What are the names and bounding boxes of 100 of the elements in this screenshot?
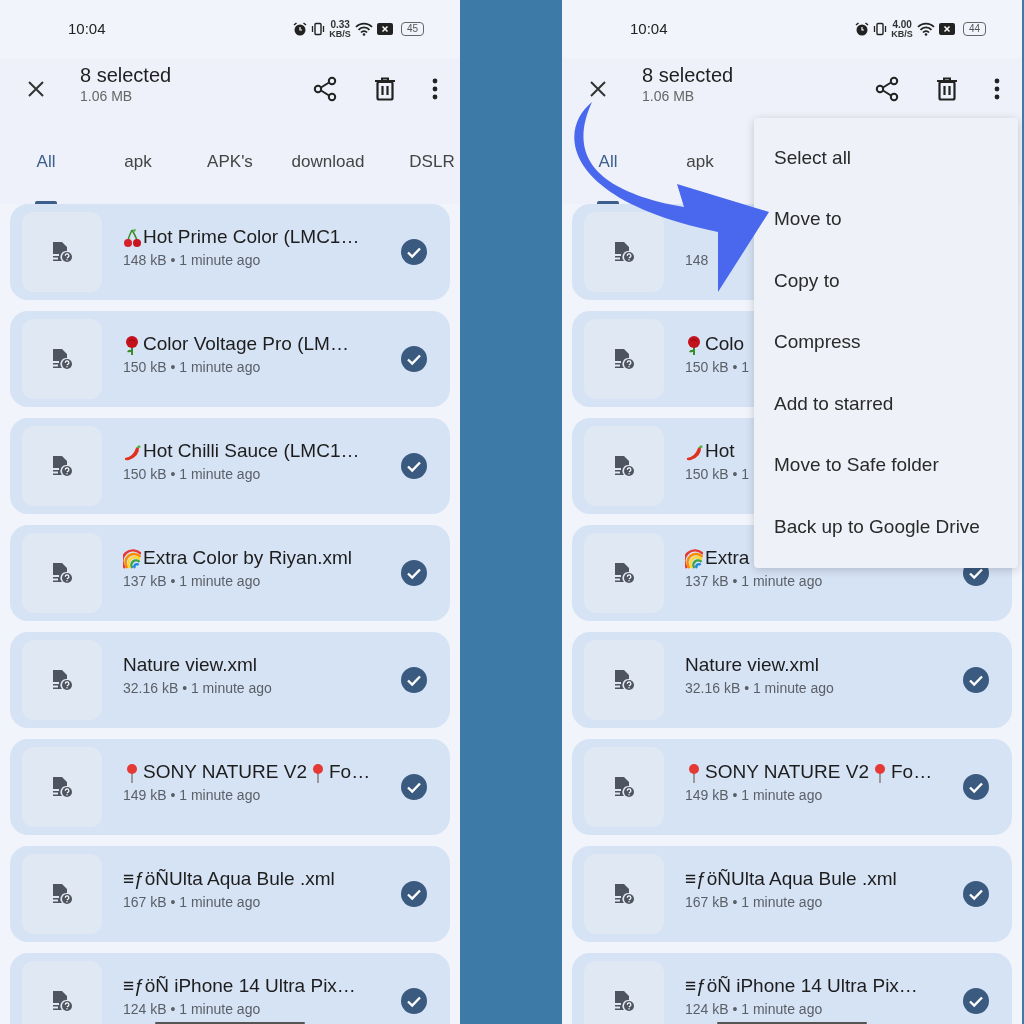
file-name: ≡ƒöÑ iPhone 14 Ultra Pix… <box>685 974 918 999</box>
checkbox[interactable] <box>963 774 989 800</box>
file-row[interactable]: ≡ƒöÑUlta Aqua Bule .xml 167 kB • 1 minute ago <box>10 846 450 942</box>
file-name: Hot <box>705 439 735 464</box>
file-details: 137 kB • 1 minute ago <box>685 572 823 591</box>
file-row[interactable]: ≡ƒöÑ iPhone 14 Ultra Pix… 124 kB • 1 minute ago <box>572 953 1012 1024</box>
menu-item[interactable]: Copy to <box>754 250 1018 312</box>
file-name: Extra Color by Riyan.xml <box>143 546 353 571</box>
delete-icon[interactable] <box>374 77 396 101</box>
share-icon[interactable] <box>312 76 338 102</box>
delete-icon[interactable] <box>936 77 958 101</box>
unknown-file-icon <box>51 669 73 691</box>
file-row[interactable]: Nature view.xml 32.16 kB • 1 minute ago <box>572 632 1012 728</box>
selection-count: 8 selected <box>80 63 172 86</box>
file-name: ≡ƒöÑUlta Aqua Bule .xml <box>123 867 335 892</box>
unknown-file-icon <box>51 562 73 584</box>
cherry-icon <box>123 227 141 248</box>
file-details: 150 kB • 1 <box>685 358 750 377</box>
checkbox[interactable] <box>401 239 427 265</box>
close-box-icon <box>938 23 955 35</box>
file-name: Nature view.xml <box>685 653 820 678</box>
menu-item[interactable]: Move to <box>754 188 1018 250</box>
unknown-file-icon <box>613 455 635 477</box>
wifi-icon <box>916 22 935 36</box>
category-tab[interactable]: apk <box>686 147 714 177</box>
checkbox[interactable] <box>401 560 427 586</box>
rainbow-icon <box>123 548 141 569</box>
checkbox[interactable] <box>963 881 989 907</box>
category-tab[interactable]: APK's <box>207 147 253 177</box>
file-details: 137 kB • 1 minute ago <box>123 572 262 591</box>
status-time: 10:04 <box>68 18 106 39</box>
file-name: Fo… <box>329 760 371 785</box>
file-details: 149 kB • 1 minute ago <box>123 786 262 805</box>
network-speed-unit: KB/S <box>329 29 351 39</box>
vibrate-icon <box>311 22 326 36</box>
file-details: 32.16 kB • 1 minute ago <box>123 679 272 698</box>
file-row[interactable]: ≡ƒöÑ iPhone 14 Ultra Pix… 124 kB • 1 minute ago <box>10 953 450 1024</box>
file-details: 150 kB • 1 <box>685 465 750 484</box>
category-tab[interactable]: All <box>36 147 56 177</box>
file-row[interactable]: Nature view.xml 32.16 kB • 1 minute ago <box>10 632 450 728</box>
file-row[interactable]: ≡ƒöÑUlta Aqua Bule .xml 167 kB • 1 minute ago <box>572 846 1012 942</box>
vibrate-icon <box>873 22 888 36</box>
unknown-file-icon <box>613 883 635 905</box>
category-tab[interactable]: All <box>598 147 618 177</box>
file-row[interactable]: Hot Chilli Sauce (LMC1… 150 kB • 1 minute ago <box>10 418 450 514</box>
unknown-file-icon <box>613 669 635 691</box>
checkbox[interactable] <box>401 667 427 693</box>
category-tab[interactable]: apk <box>124 147 152 177</box>
checkbox[interactable] <box>963 667 989 693</box>
category-tab[interactable]: download <box>291 147 365 177</box>
file-row[interactable]: Extra Color by Riyan.xml 137 kB • 1 minute ago <box>10 525 450 621</box>
checkbox[interactable] <box>401 453 427 479</box>
file-details: 167 kB • 1 minute ago <box>685 893 824 912</box>
unknown-file-icon <box>51 990 73 1012</box>
more-options-icon[interactable] <box>432 78 438 100</box>
close-icon[interactable] <box>588 79 608 99</box>
file-details: 32.16 kB • 1 minute ago <box>685 679 834 698</box>
checkbox[interactable] <box>401 988 427 1014</box>
file-row[interactable]: SONY NATURE V2 Fo… 149 kB • 1 minute ago <box>572 739 1012 835</box>
unknown-file-icon <box>613 776 635 798</box>
unknown-file-icon <box>51 776 73 798</box>
file-name: ≡ƒöÑ iPhone 14 Ultra Pix… <box>123 974 356 999</box>
checkbox[interactable] <box>401 346 427 372</box>
file-name: Colo <box>705 332 745 357</box>
checkbox[interactable] <box>401 774 427 800</box>
more-options-icon[interactable] <box>994 78 1000 100</box>
unknown-file-icon <box>613 241 635 263</box>
checkbox[interactable] <box>401 881 427 907</box>
selection-count: 8 selected <box>642 63 734 86</box>
file-row[interactable]: SONY NATURE V2 Fo… 149 kB • 1 minute ago <box>10 739 450 835</box>
menu-item[interactable]: Add to starred <box>754 373 1018 435</box>
selection-size: 1.06 MB <box>80 86 134 106</box>
unknown-file-icon <box>613 990 635 1012</box>
unknown-file-icon <box>613 348 635 370</box>
file-name: Hot Chilli Sauce (LMC1… <box>143 439 360 464</box>
file-name: Hot Prime Color (LMC1… <box>143 225 360 250</box>
menu-item[interactable]: Select all <box>754 127 1018 189</box>
file-row[interactable]: Hot Prime Color (LMC1… 148 kB • 1 minute ago <box>10 204 450 300</box>
network-speed: 4.00 <box>891 19 913 30</box>
file-details: 150 kB • 1 minute ago <box>123 358 262 377</box>
rose-icon <box>123 334 141 355</box>
file-name: SONY NATURE V2 <box>705 760 869 785</box>
share-icon[interactable] <box>874 76 900 102</box>
battery-level: 45 <box>400 22 424 36</box>
file-row[interactable]: Color Voltage Pro (LM… 150 kB • 1 minute ago <box>10 311 450 407</box>
rainbow-icon <box>685 548 703 569</box>
unknown-file-icon <box>51 348 73 370</box>
file-name: Extra <box>705 546 750 571</box>
category-tab[interactable]: DSLR <box>409 147 455 177</box>
menu-item[interactable]: Compress <box>754 311 1018 373</box>
checkbox[interactable] <box>963 988 989 1014</box>
file-details: 148 kB • 1 minute ago <box>123 251 262 270</box>
close-icon[interactable] <box>26 79 46 99</box>
alarm-clock-icon <box>855 22 870 36</box>
unknown-file-icon <box>51 455 73 477</box>
network-speed: 0.33 <box>329 19 351 30</box>
battery-level: 44 <box>962 22 986 36</box>
menu-item[interactable]: Move to Safe folder <box>754 434 1018 496</box>
file-name: Fo… <box>891 760 933 785</box>
close-box-icon <box>376 23 393 35</box>
